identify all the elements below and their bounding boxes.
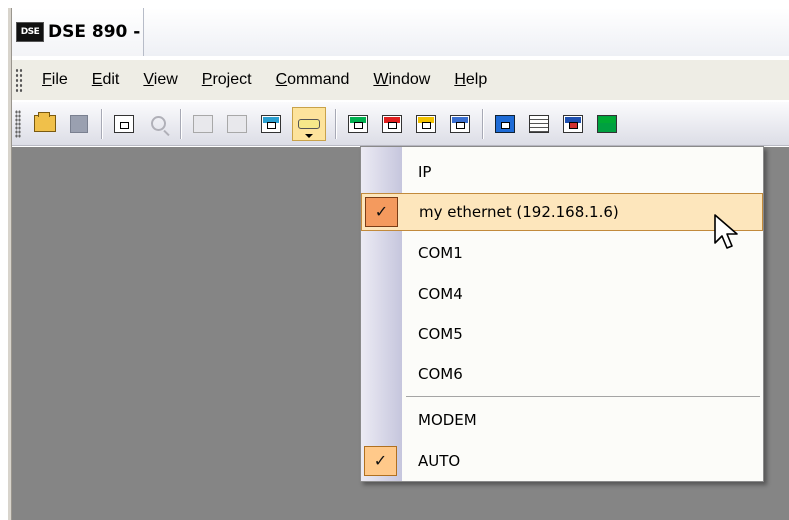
menu-option-com4[interactable]: COM4 bbox=[361, 275, 763, 313]
menu-separator bbox=[406, 396, 760, 397]
green-window-button[interactable] bbox=[594, 111, 620, 137]
module-view-icon bbox=[114, 114, 134, 133]
menu-option-modem[interactable]: MODEM bbox=[361, 401, 763, 439]
menu-command[interactable]: Command bbox=[267, 67, 359, 93]
toolbar-grip[interactable] bbox=[15, 109, 21, 138]
green-module-icon bbox=[348, 114, 368, 133]
menu-option-ip[interactable]: IP bbox=[361, 153, 763, 191]
menu-view[interactable]: View bbox=[134, 67, 186, 93]
list-module-button[interactable] bbox=[447, 111, 473, 137]
serial-port-icon bbox=[298, 118, 320, 129]
yellow-module-icon bbox=[416, 114, 436, 133]
green-module-button[interactable] bbox=[345, 111, 371, 137]
menu-option-com6[interactable]: COM6 bbox=[361, 355, 763, 393]
menu-window[interactable]: Window bbox=[364, 67, 439, 93]
search-icon bbox=[150, 116, 166, 131]
upload-button[interactable] bbox=[190, 111, 216, 137]
red-module-icon bbox=[382, 114, 402, 133]
blue-panel-icon bbox=[495, 114, 515, 133]
menu-option-com1[interactable]: COM1 bbox=[361, 234, 763, 272]
toolbar bbox=[12, 102, 789, 146]
download-button[interactable] bbox=[224, 111, 250, 137]
module-view-button[interactable] bbox=[111, 111, 137, 137]
red-module-button[interactable] bbox=[379, 111, 405, 137]
chevron-down-icon bbox=[305, 133, 313, 138]
monitor-icon bbox=[261, 114, 281, 133]
connection-dropdown-button[interactable] bbox=[292, 106, 326, 141]
title-bar: DSE DSE 890 - bbox=[12, 8, 789, 56]
menu-option-label: IP bbox=[418, 163, 432, 181]
yellow-module-button[interactable] bbox=[413, 111, 439, 137]
menubar-grip[interactable] bbox=[15, 68, 23, 92]
app-title: DSE 890 - bbox=[48, 22, 141, 42]
monitor-button[interactable] bbox=[258, 111, 284, 137]
menu-option-com5[interactable]: COM5 bbox=[361, 315, 763, 353]
search-button[interactable] bbox=[145, 111, 171, 137]
table-icon bbox=[529, 114, 549, 133]
menu-bar: File Edit View Project Command Window He… bbox=[12, 60, 789, 100]
toolbar-separator bbox=[482, 108, 483, 139]
check-icon: ✓ bbox=[365, 197, 398, 227]
toolbar-separator bbox=[101, 108, 102, 139]
disabled-upload-icon bbox=[193, 114, 213, 133]
app-icon: DSE bbox=[16, 22, 44, 42]
menu-project[interactable]: Project bbox=[193, 67, 261, 93]
menu-option-label: COM5 bbox=[418, 325, 463, 343]
open-button[interactable] bbox=[32, 111, 58, 137]
connection-dropdown-menu: IP ✓ my ethernet (192.168.1.6) COM1 COM4… bbox=[360, 146, 764, 482]
toolbar-separator bbox=[180, 108, 181, 139]
menu-option-label: MODEM bbox=[418, 411, 477, 429]
menu-option-label: COM4 bbox=[418, 285, 463, 303]
open-folder-icon bbox=[34, 112, 56, 132]
toolbar-separator bbox=[335, 108, 336, 139]
menu-option-my-ethernet[interactable]: ✓ my ethernet (192.168.1.6) bbox=[361, 193, 763, 231]
chart-window-button[interactable] bbox=[560, 111, 586, 137]
chart-window-icon bbox=[563, 114, 583, 133]
menu-option-label: COM1 bbox=[418, 244, 463, 262]
mouse-pointer-icon bbox=[714, 214, 738, 249]
menu-option-auto[interactable]: ✓ AUTO bbox=[361, 442, 763, 480]
app-title-tab[interactable]: DSE DSE 890 - bbox=[12, 8, 144, 56]
list-module-icon bbox=[450, 114, 470, 133]
green-window-icon bbox=[597, 114, 617, 133]
menu-help[interactable]: Help bbox=[445, 67, 496, 93]
table-button[interactable] bbox=[526, 111, 552, 137]
check-icon: ✓ bbox=[364, 446, 397, 476]
menu-option-label: my ethernet (192.168.1.6) bbox=[419, 203, 619, 221]
save-disk-icon bbox=[70, 114, 88, 133]
menu-option-label: COM6 bbox=[418, 365, 463, 383]
save-button[interactable] bbox=[66, 111, 92, 137]
menu-file[interactable]: File bbox=[33, 67, 77, 93]
menu-option-label: AUTO bbox=[418, 452, 461, 470]
menu-edit[interactable]: Edit bbox=[83, 67, 129, 93]
disabled-download-icon bbox=[227, 114, 247, 133]
blue-panel-button[interactable] bbox=[492, 111, 518, 137]
